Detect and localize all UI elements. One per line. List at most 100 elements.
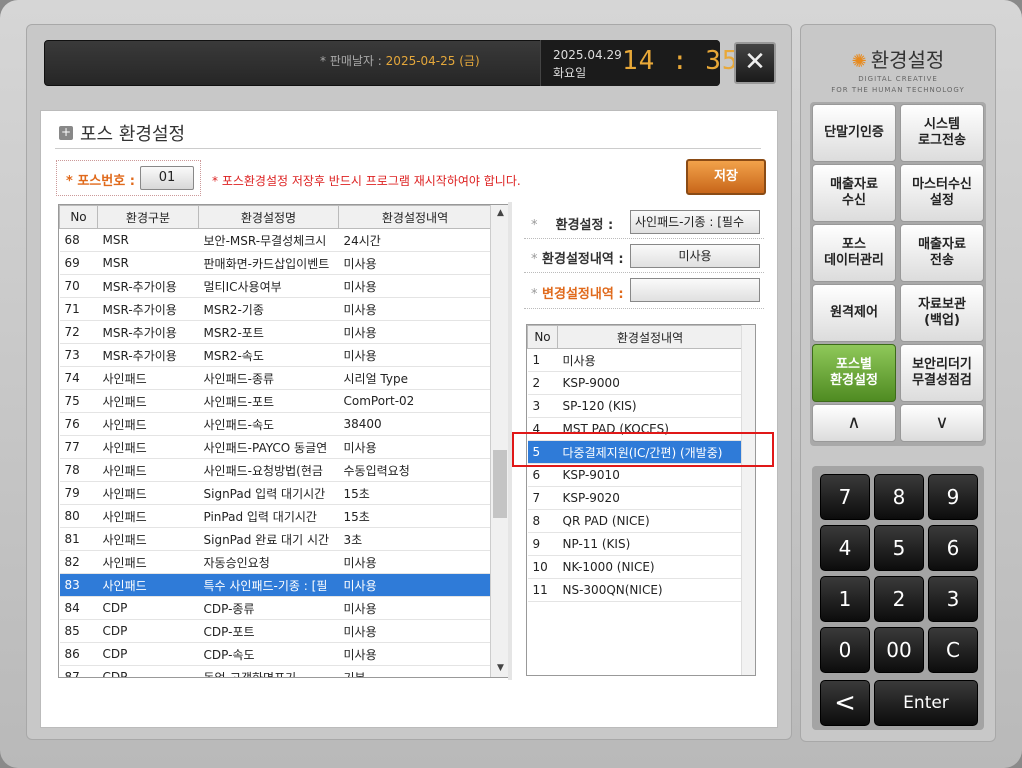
menu-button[interactable]: 포스 데이터관리 xyxy=(812,224,896,282)
keypad-key[interactable]: 9 xyxy=(928,474,978,520)
close-button[interactable]: ✕ xyxy=(734,42,776,84)
keypad-key[interactable]: 00 xyxy=(874,627,924,673)
keypad-key[interactable]: 4 xyxy=(820,525,870,571)
logo-subtitle-2: FOR THE HUMAN TECHNOLOGY xyxy=(831,86,965,94)
table-row[interactable]: 71 MSR-추가이용 MSR2-기종 미사용 xyxy=(59,297,492,321)
nav-up-button[interactable]: ∧ xyxy=(812,404,896,442)
table-row[interactable]: 68 MSR 보안-MSR-무결성체크시 24시간 xyxy=(59,228,492,252)
table-cell: 87 xyxy=(59,665,98,677)
table-row[interactable]: 87 CDP 동업-고객화면표기 기본 xyxy=(59,665,492,677)
options-scrollbar[interactable] xyxy=(741,325,755,675)
list-item[interactable]: 11 NS-300QN(NICE) xyxy=(527,578,743,602)
back-key[interactable]: < xyxy=(820,680,870,726)
table-cell: 미사용 xyxy=(338,297,492,321)
menu-button[interactable]: 원격제어 xyxy=(812,284,896,342)
table-cell: 미사용 xyxy=(338,642,492,666)
table-cell: 9 xyxy=(527,532,558,556)
list-item[interactable]: 7 KSP-9020 xyxy=(527,486,743,510)
table-row[interactable]: 82 사인패드 자동승인요청 미사용 xyxy=(59,550,492,574)
pos-number-field[interactable]: 01 xyxy=(140,166,194,190)
keypad-key[interactable]: 0 xyxy=(820,627,870,673)
column-header: 환경설정내역 xyxy=(557,325,743,349)
table-row[interactable]: 74 사인패드 사인패드-종류 시리얼 Type xyxy=(59,366,492,390)
table-row[interactable]: 83 사인패드 특수 사인패드-기종 : [필 미사용 xyxy=(59,573,492,597)
table-cell: 시리얼 Type xyxy=(338,366,492,390)
scroll-thumb[interactable] xyxy=(493,450,507,518)
menu-button[interactable]: 매출자료 전송 xyxy=(900,224,984,282)
change-value-field[interactable] xyxy=(630,278,760,302)
table-cell: 82 xyxy=(59,550,98,574)
table-row[interactable]: 85 CDP CDP-포트 미사용 xyxy=(59,619,492,643)
column-header: 환경설정명 xyxy=(198,205,339,229)
menu-button[interactable]: 보안리더기 무결성점검 xyxy=(900,344,984,402)
list-item[interactable]: 8 QR PAD (NICE) xyxy=(527,509,743,533)
save-button[interactable]: 저장 xyxy=(686,159,766,195)
table-cell: 1 xyxy=(527,348,558,372)
list-item[interactable]: 1 미사용 xyxy=(527,348,743,372)
column-header: No xyxy=(527,325,558,349)
table-cell: 11 xyxy=(527,578,558,602)
table-row[interactable]: 76 사인패드 사인패드-속도 38400 xyxy=(59,412,492,436)
enter-key[interactable]: Enter xyxy=(874,680,978,726)
table-cell: 멀티IC사용여부 xyxy=(198,274,339,298)
current-value-label: * 환경설정내역 : xyxy=(531,252,624,267)
keypad-key[interactable]: 8 xyxy=(874,474,924,520)
table-cell: 사인패드-속도 xyxy=(198,412,339,436)
table-cell: 10 xyxy=(527,555,558,579)
table-cell: 동업-고객화면표기 xyxy=(198,665,339,677)
table-row[interactable]: 69 MSR 판매화면-카드삽입이벤트 미사용 xyxy=(59,251,492,275)
table-cell: MSR-추가이용 xyxy=(97,320,199,344)
list-item[interactable]: 9 NP-11 (KIS) xyxy=(527,532,743,556)
current-weekday: 화요일 xyxy=(553,66,587,80)
table-row[interactable]: 70 MSR-추가이용 멀티IC사용여부 미사용 xyxy=(59,274,492,298)
keypad-key[interactable]: 1 xyxy=(820,576,870,622)
menu-button[interactable]: 포스별 환경설정 xyxy=(812,344,896,402)
table-row[interactable]: 86 CDP CDP-속도 미사용 xyxy=(59,642,492,666)
table-cell: 3 xyxy=(527,394,558,418)
table-cell: KSP-9000 xyxy=(557,371,743,395)
table-cell: 사인패드 xyxy=(97,550,199,574)
table-row[interactable]: 77 사인패드 사인패드-PAYCO 동글연 미사용 xyxy=(59,435,492,459)
table-cell: 사인패드-종류 xyxy=(198,366,339,390)
menu-button[interactable]: 단말기인증 xyxy=(812,104,896,162)
plus-icon: + xyxy=(59,125,73,140)
list-item[interactable]: 10 NK-1000 (NICE) xyxy=(527,555,743,579)
list-item[interactable]: 2 KSP-9000 xyxy=(527,371,743,395)
menu-button[interactable]: 마스터수신 설정 xyxy=(900,164,984,222)
table-cell: ComPort-02 xyxy=(338,389,492,413)
table-cell: 미사용 xyxy=(338,343,492,367)
table-cell: 판매화면-카드삽입이벤트 xyxy=(198,251,339,275)
keypad-key[interactable]: 7 xyxy=(820,474,870,520)
table-cell: 미사용 xyxy=(338,251,492,275)
table-cell: CDP xyxy=(97,619,199,643)
menu-button[interactable]: 매출자료 수신 xyxy=(812,164,896,222)
list-item[interactable]: 3 SP-120 (KIS) xyxy=(527,394,743,418)
keypad-key[interactable]: 3 xyxy=(928,576,978,622)
keypad-key[interactable]: 6 xyxy=(928,525,978,571)
table-cell: 8 xyxy=(527,509,558,533)
table-row[interactable]: 73 MSR-추가이용 MSR2-속도 미사용 xyxy=(59,343,492,367)
table-cell: 특수 사인패드-기종 : [필 xyxy=(198,573,339,597)
keypad-key[interactable]: 2 xyxy=(874,576,924,622)
nav-down-button[interactable]: ∨ xyxy=(900,404,984,442)
table-row[interactable]: 75 사인패드 사인패드-포트 ComPort-02 xyxy=(59,389,492,413)
settings-scrollbar[interactable]: ▲ ▼ xyxy=(490,205,509,677)
table-cell: 15초 xyxy=(338,504,492,528)
table-row[interactable]: 78 사인패드 사인패드-요청방법(현금 수동입력요청 xyxy=(59,458,492,482)
table-row[interactable]: 84 CDP CDP-종류 미사용 xyxy=(59,596,492,620)
keypad-key[interactable]: 5 xyxy=(874,525,924,571)
table-cell: MSR2-속도 xyxy=(198,343,339,367)
settings-table: No 환경구분 환경설정명 환경설정내역 68 MSR 보안-MSR-무결성체크시 24시간… xyxy=(58,204,510,678)
table-row[interactable]: 80 사인패드 PinPad 입력 대기시간 15초 xyxy=(59,504,492,528)
table-cell: SP-120 (KIS) xyxy=(557,394,743,418)
table-cell: 15초 xyxy=(338,481,492,505)
menu-button[interactable]: 자료보관 (백업) xyxy=(900,284,984,342)
table-row[interactable]: 79 사인패드 SignPad 입력 대기시간 15초 xyxy=(59,481,492,505)
page-title: 포스 환경설정 xyxy=(80,124,186,145)
table-row[interactable]: 81 사인패드 SignPad 완료 대기 시간 3초 xyxy=(59,527,492,551)
table-row[interactable]: 72 MSR-추가이용 MSR2-포트 미사용 xyxy=(59,320,492,344)
keypad-key[interactable]: C xyxy=(928,627,978,673)
table-cell: 수동입력요청 xyxy=(338,458,492,482)
table-cell: 보안-MSR-무결성체크시 xyxy=(198,228,339,252)
menu-button[interactable]: 시스템 로그전송 xyxy=(900,104,984,162)
